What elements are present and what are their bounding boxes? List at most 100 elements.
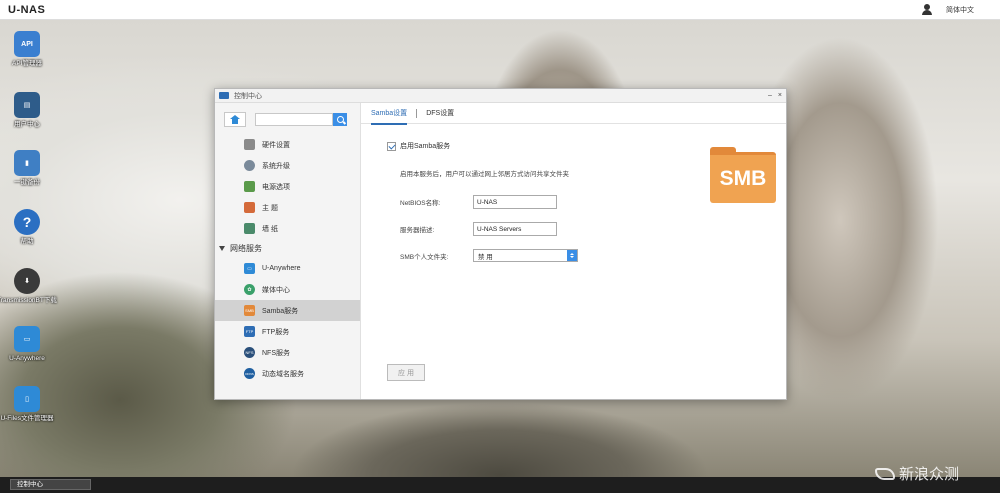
apply-button[interactable]: 应 用 — [387, 364, 425, 381]
desktop-icon-label: 一键备份 — [14, 179, 40, 186]
desktop-icon-u-files[interactable]: ▯ U-Files文件管理器 — [0, 386, 57, 423]
home-button[interactable] — [224, 112, 246, 127]
close-button[interactable]: × — [778, 92, 782, 99]
sidebar-group-network[interactable]: 网络服务 — [215, 239, 360, 258]
sidebar-item-label: FTP服务 — [262, 328, 290, 336]
sidebar-item-ddns[interactable]: DDNS 动态域名服务 — [215, 363, 360, 384]
personal-folder-label: SMB个人文件夹: — [400, 253, 449, 261]
sidebar-item-label: 系统升级 — [262, 162, 290, 170]
brand-logo: U-NAS — [8, 3, 46, 16]
desktop-icon-label: API管理器 — [12, 60, 42, 67]
server-desc-label: 服务器描述: — [400, 227, 435, 234]
watermark-text: 新浪众测 — [899, 466, 960, 483]
desktop-icon-backup[interactable]: ▮ 一键备份 — [0, 150, 57, 187]
theme-icon — [244, 202, 255, 213]
desktop-icon-help[interactable]: ? 帮助 — [0, 209, 57, 246]
desktop-icon-label: U-Anywhere — [9, 355, 45, 362]
sidebar-item-hardware[interactable]: 硬件设置 — [215, 134, 360, 155]
tab-dfs-settings[interactable]: DFS设置 — [426, 103, 463, 124]
netbios-row: NetBIOS名称: — [400, 195, 557, 209]
select-arrows-icon — [567, 250, 577, 261]
tab-separator — [416, 108, 418, 118]
home-icon — [230, 115, 240, 124]
desktop-icon-user-center[interactable]: ▤ 用户中心 — [0, 92, 57, 129]
sidebar-item-theme[interactable]: 主 题 — [215, 197, 360, 218]
sidebar-item-label: 墙 纸 — [262, 225, 278, 233]
upgrade-icon — [244, 160, 255, 171]
watermark-logo-icon — [875, 467, 895, 480]
minimize-button[interactable]: – — [768, 92, 772, 99]
desktop-icon-api[interactable]: API API管理器 — [0, 31, 57, 68]
sidebar-group-label: 网络服务 — [230, 244, 262, 253]
sidebar: 硬件设置 系统升级 电源选项 主 题 墙 纸 网络服务 ▭ U-Anywhere… — [215, 103, 361, 399]
api-manager-icon: API — [14, 31, 40, 57]
wallpaper-icon — [244, 223, 255, 234]
collapse-triangle-icon — [219, 246, 225, 251]
content-panel: Samba设置 DFS设置 启用Samba服务 启用本服务后，用户可以通过网上邻… — [361, 103, 786, 399]
sidebar-item-label: Samba服务 — [262, 307, 299, 315]
hardware-icon — [244, 139, 255, 150]
top-bar: U-NAS 简体中文 — [0, 0, 1000, 20]
desktop-icon-label: 用户中心 — [14, 121, 40, 128]
samba-icon: SMB — [244, 305, 255, 316]
search-input[interactable] — [255, 113, 333, 126]
server-desc-field[interactable] — [473, 222, 557, 236]
sidebar-item-label: 硬件设置 — [262, 141, 290, 149]
language-selector[interactable]: 简体中文 — [946, 5, 974, 15]
user-center-icon: ▤ — [14, 92, 40, 118]
smb-folder-icon: SMB — [710, 147, 776, 203]
sidebar-item-label: NFS服务 — [262, 349, 290, 357]
tab-samba-settings[interactable]: Samba设置 — [371, 103, 416, 125]
nfs-icon: NFS — [244, 347, 255, 358]
control-center-window: 控制中心 – × 硬件设置 系统升级 电源选项 主 题 墙 纸 网络服务 ▭ U… — [214, 88, 787, 400]
taskbar: 控制中心 — [0, 477, 1000, 493]
u-anywhere-icon: ▭ — [244, 263, 255, 274]
sidebar-item-label: 电源选项 — [262, 183, 290, 191]
samba-description: 启用本服务后，用户可以通过网上邻居方式访问共享文件夹 — [400, 171, 569, 178]
watermark: 新浪众测 — [875, 463, 959, 484]
control-center-icon — [219, 92, 229, 99]
sidebar-item-label: 主 题 — [262, 204, 278, 212]
backup-icon: ▮ — [14, 150, 40, 176]
sidebar-item-u-anywhere[interactable]: ▭ U-Anywhere — [215, 258, 360, 279]
media-center-icon: ✿ — [244, 284, 255, 295]
transmission-icon: ⬇ — [14, 268, 40, 294]
sidebar-item-label: U-Anywhere — [262, 265, 301, 272]
ftp-icon: FTP — [244, 326, 255, 337]
personal-folder-select[interactable]: 禁 用 — [473, 249, 578, 262]
desktop-icon-label: U-Files文件管理器 — [0, 415, 54, 422]
sidebar-item-samba[interactable]: SMB Samba服务 — [215, 300, 360, 321]
help-icon: ? — [14, 209, 40, 235]
window-titlebar[interactable]: 控制中心 – × — [215, 89, 786, 103]
search-button[interactable] — [333, 113, 347, 126]
taskbar-item-control-center[interactable]: 控制中心 — [10, 479, 91, 490]
personal-folder-value: 禁 用 — [478, 253, 493, 261]
search-icon — [336, 116, 344, 123]
smb-badge: SMB — [710, 152, 776, 203]
personal-folder-row: SMB个人文件夹: 禁 用 — [400, 249, 578, 262]
sidebar-item-label: 动态域名服务 — [262, 370, 304, 378]
sidebar-item-ftp[interactable]: FTP FTP服务 — [215, 321, 360, 342]
server-desc-row: 服务器描述: — [400, 222, 557, 236]
sidebar-item-wallpaper[interactable]: 墙 纸 — [215, 218, 360, 239]
power-icon — [244, 181, 255, 192]
desktop-icon-u-anywhere[interactable]: ▭ U-Anywhere — [0, 326, 57, 363]
desktop-icon-label: 帮助 — [20, 238, 34, 245]
folder-icon: ▯ — [14, 386, 40, 412]
desktop-icon-transmission[interactable]: ⬇ TransmissionBT下载 — [0, 268, 57, 305]
enable-samba-checkbox[interactable] — [387, 141, 396, 151]
u-anywhere-icon: ▭ — [14, 326, 40, 352]
enable-samba-label: 启用Samba服务 — [400, 143, 451, 150]
window-title: 控制中心 — [234, 92, 262, 100]
sidebar-item-media-center[interactable]: ✿ 媒体中心 — [215, 279, 360, 300]
sidebar-item-power[interactable]: 电源选项 — [215, 176, 360, 197]
ddns-icon: DDNS — [244, 368, 255, 379]
enable-samba-row[interactable]: 启用Samba服务 — [387, 141, 450, 151]
desktop-icon-label: TransmissionBT下载 — [0, 297, 57, 304]
sidebar-item-upgrade[interactable]: 系统升级 — [215, 155, 360, 176]
tab-bar: Samba设置 DFS设置 — [361, 103, 786, 125]
netbios-field[interactable] — [473, 195, 557, 209]
netbios-label: NetBIOS名称: — [400, 200, 441, 207]
user-icon[interactable] — [922, 4, 932, 15]
sidebar-item-nfs[interactable]: NFS NFS服务 — [215, 342, 360, 363]
